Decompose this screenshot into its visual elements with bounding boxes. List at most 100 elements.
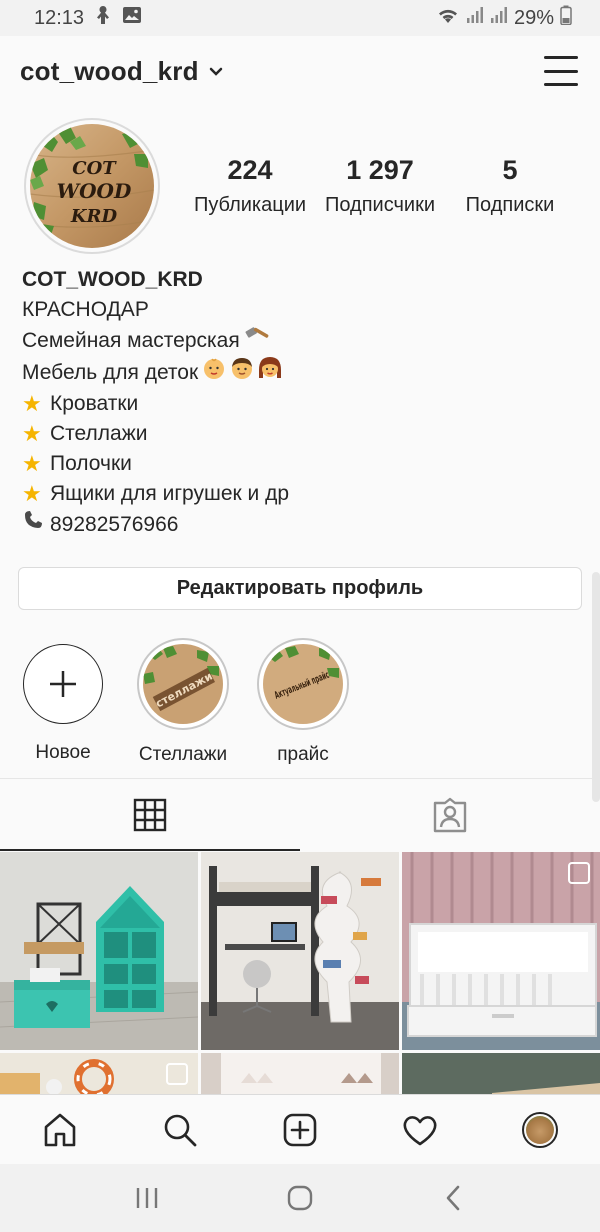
bio-line-kids: Мебель для деток	[22, 356, 582, 389]
bio-item-text: Кроватки	[50, 392, 139, 415]
carousel-icon	[568, 862, 590, 884]
grid-icon	[133, 798, 167, 832]
highlight-label: Стеллажи	[138, 744, 228, 765]
status-bar: 12:13 29%	[0, 0, 600, 36]
highlight-cover-image: стеллажи	[143, 644, 223, 724]
hammer-icon	[244, 325, 272, 356]
chevron-down-icon[interactable]	[209, 64, 223, 82]
tab-tagged[interactable]	[300, 779, 600, 851]
post-thumbnail[interactable]	[402, 852, 600, 1050]
bio-item: ★ Ящики для игрушек и др	[22, 479, 582, 509]
back-arrow-icon	[447, 1185, 460, 1211]
battery-percent: 29%	[513, 6, 554, 29]
highlight-new[interactable]: Новое	[8, 636, 118, 764]
tab-grid[interactable]	[0, 779, 300, 851]
profile-bio: COT_WOOD_KRD КРАСНОДАР Семейная мастерск…	[22, 264, 582, 540]
story-highlights: Новое стеллажи Стеллажи Актуальный прайс	[0, 636, 600, 766]
star-icon: ★	[22, 421, 42, 446]
bio-phone-line: 89282576966	[22, 509, 582, 540]
highlight-cover: Актуальный прайс	[257, 638, 349, 730]
signal-icon-2	[490, 6, 508, 30]
highlight-label: прайс	[277, 744, 329, 765]
highlight-label: Новое	[35, 742, 91, 763]
baby-face-icon	[202, 356, 226, 389]
profile-tabs	[0, 778, 600, 851]
stat-followers[interactable]: 1 297 Подписчики	[316, 152, 444, 222]
highlight-shelves[interactable]: стеллажи Стеллажи	[128, 636, 238, 766]
menu-icon-line	[544, 56, 578, 59]
stat-posts[interactable]: 224 Публикации	[186, 152, 314, 222]
stat-following[interactable]: 5 Подписки	[446, 152, 574, 222]
star-icon: ★	[22, 481, 42, 506]
highlight-price[interactable]: Актуальный прайс прайс	[248, 636, 358, 766]
home-circle-icon	[287, 1185, 313, 1211]
profile-avatar-icon	[522, 1111, 558, 1148]
phone-icon	[22, 509, 50, 540]
bio-phone[interactable]: 89282576966	[50, 510, 178, 540]
girl-face-icon	[258, 356, 282, 389]
followers-label: Подписчики	[324, 194, 436, 216]
signal-icon	[466, 6, 484, 30]
highlight-cover: стеллажи	[137, 638, 229, 730]
post-image	[0, 852, 198, 1050]
post-thumbnail[interactable]	[0, 852, 198, 1050]
boy-face-icon	[230, 356, 254, 389]
bio-name-line: COT_WOOD_KRD	[22, 264, 582, 295]
bio-city: КРАСНОДАР	[22, 298, 149, 321]
recent-apps-button[interactable]	[117, 1173, 177, 1223]
bio-item-text: Полочки	[50, 452, 132, 475]
edit-profile-button[interactable]: Редактировать профиль	[18, 567, 582, 610]
posts-label: Публикации	[193, 194, 307, 216]
recent-apps-icon	[136, 1188, 157, 1208]
bio-item: ★ Полочки	[22, 449, 582, 479]
bio-item: ★ Стеллажи	[22, 419, 582, 449]
nav-profile[interactable]	[510, 1100, 570, 1160]
followers-count: 1 297	[346, 155, 414, 185]
post-image	[201, 1053, 399, 1094]
avatar-image: COT WOOD KRD	[30, 124, 154, 248]
plus-icon	[50, 671, 76, 697]
home-system-button[interactable]	[270, 1173, 330, 1223]
menu-icon-line	[544, 83, 578, 86]
moon-icon	[207, 264, 225, 295]
nav-home[interactable]	[30, 1100, 90, 1160]
following-label: Подписки	[465, 194, 555, 216]
bio-line-workshop: Семейная мастерская	[22, 325, 582, 356]
add-highlight-button[interactable]	[23, 644, 103, 724]
nav-search[interactable]	[150, 1100, 210, 1160]
menu-icon-line	[544, 69, 578, 73]
svg-text:WOOD: WOOD	[57, 179, 132, 203]
posts-count: 224	[227, 155, 273, 185]
bio-item: ★ Кроватки	[22, 389, 582, 419]
star-icon: ★	[22, 391, 42, 416]
posts-grid	[0, 852, 600, 1094]
add-post-icon	[283, 1113, 317, 1146]
star-icon: ★	[22, 451, 42, 476]
post-thumbnail[interactable]	[402, 1053, 600, 1094]
tagged-icon	[433, 797, 467, 833]
wood-logo: COT WOOD KRD	[30, 124, 154, 248]
home-icon	[44, 1113, 76, 1146]
profile-avatar[interactable]: COT WOOD KRD	[24, 118, 160, 254]
post-image	[201, 852, 399, 1050]
back-button[interactable]	[423, 1173, 483, 1223]
status-time: 12:13	[34, 6, 85, 29]
bio-kids-text: Мебель для деток	[22, 360, 199, 384]
post-thumbnail[interactable]	[0, 1053, 198, 1094]
highlight-cover-image: Актуальный прайс	[263, 644, 343, 724]
account-username[interactable]: cot_wood_krd	[20, 56, 199, 87]
svg-text:KRD: KRD	[70, 206, 118, 227]
carousel-icon	[166, 1063, 188, 1085]
wifi-icon	[436, 5, 460, 31]
menu-button[interactable]	[544, 56, 578, 86]
bottom-navigation	[0, 1094, 600, 1164]
gallery-icon	[122, 6, 142, 30]
following-count: 5	[502, 155, 518, 185]
post-thumbnail[interactable]	[201, 1053, 399, 1094]
bio-item-text: Ящики для игрушек и др	[50, 482, 290, 505]
nav-new-post[interactable]	[270, 1100, 330, 1160]
notification-icon	[94, 5, 112, 31]
nav-activity[interactable]	[390, 1100, 450, 1160]
bio-item-text: Стеллажи	[50, 422, 148, 445]
post-thumbnail[interactable]	[201, 852, 399, 1050]
